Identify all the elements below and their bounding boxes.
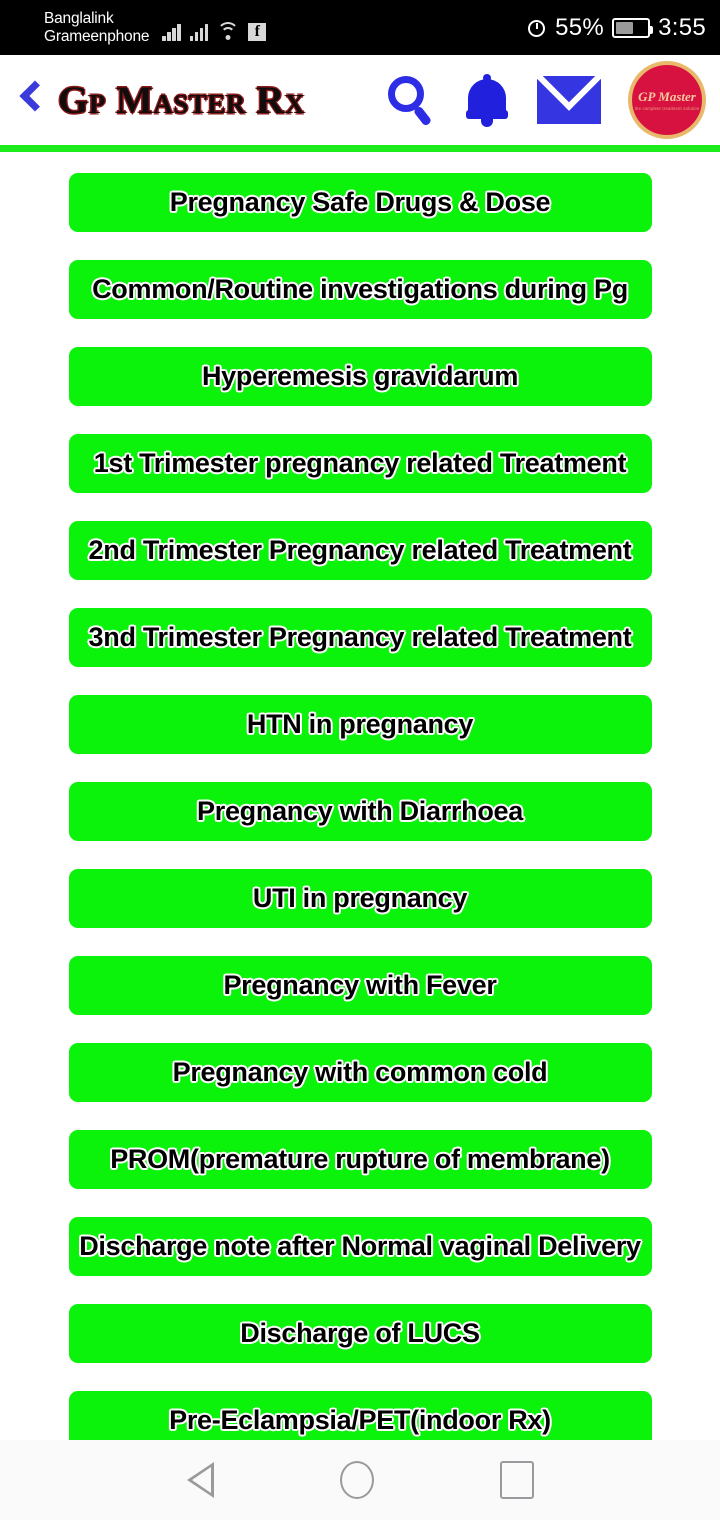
menu-item-label: 2nd Trimester Pregnancy related Treatmen… <box>88 535 632 565</box>
gp-master-logo[interactable]: GP Master the complete treatment solutio… <box>628 61 706 139</box>
signal-bars-icon <box>162 22 181 41</box>
bell-icon[interactable] <box>464 72 510 128</box>
envelope-icon[interactable] <box>537 76 601 124</box>
menu-item-3rd-trimester-treatment[interactable]: 3nd Trimester Pregnancy related Treatmen… <box>68 608 652 667</box>
menu-item-label: HTN in pregnancy <box>246 709 474 739</box>
menu-item-label: Pre-Eclampsia/PET(indoor Rx) <box>169 1405 551 1435</box>
facebook-icon: f <box>248 22 267 41</box>
header-divider <box>0 145 720 152</box>
app-header: Gp Master Rx GP Master the complete trea… <box>0 55 720 145</box>
menu-item-label: Hyperemesis gravidarum <box>201 361 519 391</box>
signal-bars-icon <box>189 22 209 41</box>
menu-item-label: 1st Trimester pregnancy related Treatmen… <box>93 448 627 478</box>
search-icon[interactable] <box>385 72 437 128</box>
menu-item-prom[interactable]: PROM(premature rupture of membrane) <box>68 1130 652 1189</box>
menu-item-pre-eclampsia-pet[interactable]: Pre-Eclampsia/PET(indoor Rx) <box>68 1391 652 1440</box>
menu-item-label: Pregnancy with Fever <box>223 970 497 1000</box>
logo-subtitle: the complete treatment solution <box>634 105 700 111</box>
android-nav-bar <box>0 1440 720 1520</box>
menu-list: Pregnancy Safe Drugs & Dose Common/Routi… <box>0 152 720 1440</box>
header-action-group: GP Master the complete treatment solutio… <box>385 61 706 139</box>
menu-item-label: Pregnancy with Diarrhoea <box>197 796 523 826</box>
menu-item-htn-in-pregnancy[interactable]: HTN in pregnancy <box>68 695 652 754</box>
carrier-labels: Banglalink Grameenphone <box>44 10 150 45</box>
menu-item-pregnancy-with-diarrhoea[interactable]: Pregnancy with Diarrhoea <box>68 782 652 841</box>
menu-item-hyperemesis-gravidarum[interactable]: Hyperemesis gravidarum <box>68 347 652 406</box>
menu-item-pregnancy-safe-drugs[interactable]: Pregnancy Safe Drugs & Dose <box>68 173 652 232</box>
menu-item-pregnancy-with-common-cold[interactable]: Pregnancy with common cold <box>68 1043 652 1102</box>
menu-item-label: Discharge of LUCS <box>240 1318 480 1348</box>
menu-item-2nd-trimester-treatment[interactable]: 2nd Trimester Pregnancy related Treatmen… <box>68 521 652 580</box>
alarm-clock-icon <box>527 18 547 38</box>
menu-item-label: Pregnancy with common cold <box>172 1057 548 1087</box>
menu-item-label: UTI in pregnancy <box>252 883 468 913</box>
nav-recents-square-icon[interactable] <box>499 1461 534 1499</box>
menu-item-discharge-of-lucs[interactable]: Discharge of LUCS <box>68 1304 652 1363</box>
wifi-icon <box>217 21 240 41</box>
menu-item-uti-in-pregnancy[interactable]: UTI in pregnancy <box>68 869 652 928</box>
status-bar: Banglalink Grameenphone f 55% 3:55 <box>0 0 720 55</box>
nav-home-circle-icon[interactable] <box>339 1461 374 1499</box>
menu-item-routine-investigations[interactable]: Common/Routine investigations during Pg <box>68 260 652 319</box>
status-icon-group: f <box>162 15 267 41</box>
menu-item-label: Common/Routine investigations during Pg <box>92 274 628 304</box>
menu-item-discharge-note-nvd[interactable]: Discharge note after Normal vaginal Deli… <box>68 1217 652 1276</box>
menu-item-label: Discharge note after Normal vaginal Deli… <box>79 1231 641 1261</box>
page-title: Gp Master Rx <box>58 78 305 122</box>
logo-title: GP Master <box>638 88 696 104</box>
nav-back-triangle-icon[interactable] <box>186 1462 214 1498</box>
back-chevron-icon[interactable] <box>10 74 51 126</box>
menu-item-label: Pregnancy Safe Drugs & Dose <box>169 187 551 217</box>
menu-item-1st-trimester-treatment[interactable]: 1st Trimester pregnancy related Treatmen… <box>68 434 652 493</box>
menu-item-pregnancy-with-fever[interactable]: Pregnancy with Fever <box>68 956 652 1015</box>
carrier-name-secondary: Grameenphone <box>44 27 150 45</box>
carrier-name-primary: Banglalink <box>44 10 114 28</box>
battery-icon <box>612 17 654 38</box>
clock-label: 3:55 <box>658 13 706 41</box>
battery-percent-label: 55% <box>555 13 605 41</box>
status-right-group: 55% 3:55 <box>527 14 706 42</box>
menu-item-label: 3nd Trimester Pregnancy related Treatmen… <box>88 622 632 652</box>
menu-item-label: PROM(premature rupture of membrane) <box>110 1144 610 1174</box>
